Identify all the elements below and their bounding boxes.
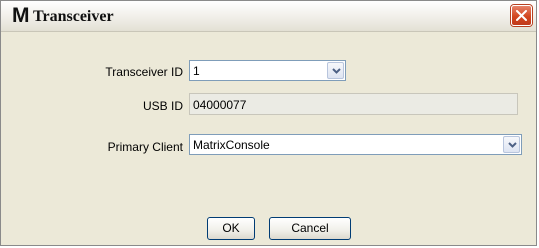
primary-client-label: Primary Client	[107, 140, 183, 154]
ok-button[interactable]: OK	[207, 217, 255, 240]
usb-id-field: 04000077	[189, 93, 518, 115]
transceiver-id-dropdown-button[interactable]	[327, 62, 344, 79]
chevron-down-icon	[508, 142, 517, 148]
primary-client-select[interactable]: MatrixConsole	[189, 134, 522, 155]
primary-client-value: MatrixConsole	[193, 138, 270, 152]
primary-client-dropdown-button[interactable]	[503, 136, 520, 153]
usb-id-label: USB ID	[142, 99, 183, 113]
close-icon	[516, 10, 527, 21]
close-button[interactable]	[511, 5, 532, 26]
cancel-button[interactable]: Cancel	[269, 217, 351, 240]
usb-id-value: 04000077	[193, 98, 247, 112]
chevron-down-icon	[332, 68, 341, 74]
window-title: Transceiver	[33, 8, 114, 25]
transceiver-id-label: Transceiver ID	[105, 65, 183, 79]
transceiver-id-value: 1	[193, 64, 200, 78]
transceiver-id-select[interactable]: 1	[189, 60, 346, 81]
transceiver-dialog: M Transceiver Transceiver ID 1 USB ID 04…	[0, 0, 537, 246]
title-bar[interactable]: M Transceiver	[1, 1, 536, 32]
app-logo-icon: M	[12, 4, 30, 27]
